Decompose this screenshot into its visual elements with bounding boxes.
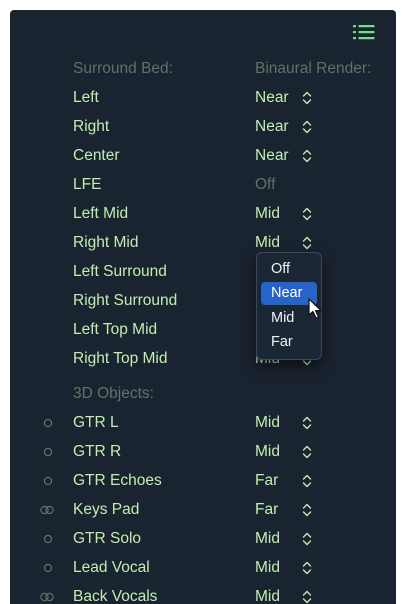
channel-label: Left Top Mid <box>73 321 158 338</box>
chevron-updown-icon[interactable] <box>302 149 312 163</box>
mono-circle-icon <box>34 532 60 546</box>
arrow-cursor-icon <box>307 298 327 320</box>
channel-label: Right Surround <box>73 292 178 309</box>
channel-row-right-top-mid: Right Top MidMid <box>10 344 396 373</box>
channel-label: Left <box>73 89 99 106</box>
channel-label: GTR R <box>73 443 122 460</box>
binaural-render-value[interactable]: Mid <box>255 553 280 582</box>
mono-circle-icon <box>34 561 60 575</box>
binaural-render-value[interactable]: Far <box>255 495 278 524</box>
channel-label: GTR Echoes <box>73 472 162 489</box>
channel-label: Back Vocals <box>73 588 158 604</box>
channel-label: Right Mid <box>73 234 139 251</box>
chevron-updown-icon[interactable] <box>302 120 312 134</box>
binaural-render-value[interactable]: Mid <box>255 437 280 466</box>
mono-circle-icon <box>34 474 60 488</box>
stereo-circles-icon <box>34 503 60 517</box>
popup-option-far[interactable]: Far <box>261 331 317 354</box>
chevron-updown-icon[interactable] <box>302 590 312 604</box>
chevron-updown-icon[interactable] <box>302 207 312 221</box>
channel-row-back-vocals: Back Vocals Mid <box>10 582 396 604</box>
channel-label: Center <box>73 147 120 164</box>
channel-row-gtr-r: GTR R Mid <box>10 437 396 466</box>
chevron-updown-icon[interactable] <box>302 445 312 459</box>
surround-bed-header: Surround Bed: <box>73 60 173 77</box>
channel-row-left-mid: Left Mid Mid <box>10 199 396 228</box>
channel-label: Left Surround <box>73 263 167 280</box>
channel-row-right-surround: Right SurroundNear <box>10 286 396 315</box>
binaural-render-header: Binaural Render: <box>255 60 372 77</box>
channel-row-left-top-mid: Left Top MidMid <box>10 315 396 344</box>
binaural-render-value[interactable]: Far <box>255 466 278 495</box>
channel-label: GTR L <box>73 414 119 431</box>
binaural-settings-panel: Surround Bed: Binaural Render: Left Near R… <box>10 10 396 604</box>
channel-label: Left Mid <box>73 205 129 222</box>
channel-label: Lead Vocal <box>73 559 150 576</box>
chevron-updown-icon[interactable] <box>302 503 312 517</box>
channel-row-gtr-echoes: GTR Echoes Far <box>10 466 396 495</box>
binaural-render-value[interactable]: Mid <box>255 582 280 604</box>
channel-row-keys-pad: Keys Pad Far <box>10 495 396 524</box>
objects-header: 3D Objects: <box>73 385 154 402</box>
channel-row-left: Left Near <box>10 83 396 112</box>
list-menu-icon[interactable] <box>352 22 376 42</box>
binaural-render-value[interactable]: Near <box>255 83 289 112</box>
channel-label: LFE <box>73 176 102 193</box>
channel-label: Keys Pad <box>73 501 140 518</box>
channel-row-center: Center Near <box>10 141 396 170</box>
channel-row-gtr-l: GTR L Mid <box>10 408 396 437</box>
chevron-updown-icon[interactable] <box>302 236 312 250</box>
binaural-render-value[interactable]: Near <box>255 112 289 141</box>
channel-label: GTR Solo <box>73 530 142 547</box>
channel-label: Right <box>73 118 110 135</box>
binaural-render-value[interactable]: Mid <box>255 408 280 437</box>
popup-option-off[interactable]: Off <box>261 258 317 281</box>
objects-header-row: 3D Objects: <box>10 379 396 408</box>
binaural-render-value: Off <box>255 176 276 193</box>
channel-row-right: Right Near <box>10 112 396 141</box>
channel-label: Right Top Mid <box>73 350 168 367</box>
binaural-render-value[interactable]: Mid <box>255 524 280 553</box>
binaural-render-value[interactable]: Mid <box>255 199 280 228</box>
channel-row-left-surround: Left SurroundNear <box>10 257 396 286</box>
surround-bed-header-row: Surround Bed: Binaural Render: <box>10 54 396 83</box>
stereo-circles-icon <box>34 590 60 604</box>
chevron-updown-icon[interactable] <box>302 561 312 575</box>
channel-row-lfe: LFE Off <box>10 170 396 199</box>
mono-circle-icon <box>34 416 60 430</box>
channel-row-lead-vocal: Lead Vocal Mid <box>10 553 396 582</box>
binaural-render-value[interactable]: Near <box>255 141 289 170</box>
chevron-updown-icon[interactable] <box>302 474 312 488</box>
chevron-updown-icon[interactable] <box>302 416 312 430</box>
channel-row-gtr-solo: GTR Solo Mid <box>10 524 396 553</box>
channel-row-right-mid: Right Mid Mid <box>10 228 396 257</box>
chevron-updown-icon[interactable] <box>302 532 312 546</box>
mono-circle-icon <box>34 445 60 459</box>
chevron-updown-icon[interactable] <box>302 91 312 105</box>
